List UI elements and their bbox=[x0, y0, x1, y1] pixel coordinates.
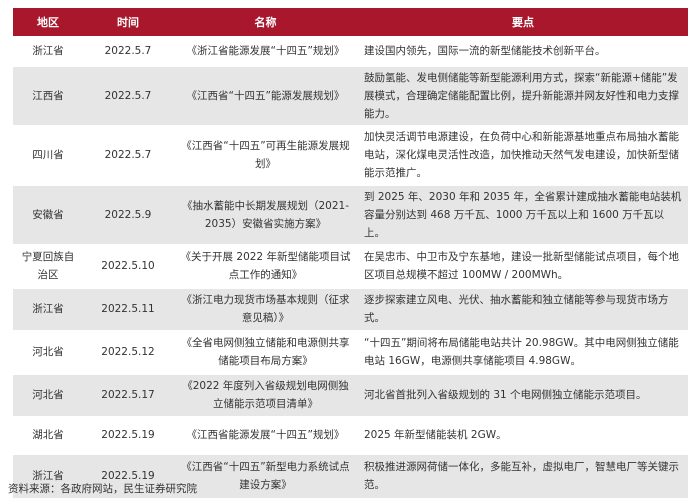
cell-name: 《江西省“十四五”可再生能源发展规划》 bbox=[173, 125, 358, 186]
cell-name: 《浙江省能源发展“十四五”规划》 bbox=[173, 36, 358, 67]
table-row: 宁夏回族自治区 2022.5.10 《关于开展 2022 年新型储能项目试点工作… bbox=[13, 244, 688, 289]
cell-date: 2022.5.7 bbox=[83, 125, 173, 186]
cell-date: 2022.5.17 bbox=[83, 374, 173, 417]
cell-region: 宁夏回族自治区 bbox=[13, 244, 83, 289]
cell-point: 到 2025 年、2030 年和 2035 年，全省累计建成抽水蓄能电站装机容量… bbox=[358, 185, 688, 245]
table-row: 江西省 2022.5.7 《江西省“十四五”能源发展规划》 鼓励氢能、发电侧储能… bbox=[13, 66, 688, 126]
cell-date: 2022.5.10 bbox=[83, 244, 173, 289]
cell-point: 建设国内领先，国际一流的新型储能技术创新平台。 bbox=[358, 36, 688, 67]
cell-name: 《全省电网侧独立储能和电源侧共享储能项目布局方案》 bbox=[173, 330, 358, 375]
cell-name: 《关于开展 2022 年新型储能项目试点工作的通知》 bbox=[173, 244, 358, 289]
cell-point: 鼓励氢能、发电侧储能等新型能源利用方式，探索“新能源+储能”发展模式，合理确定储… bbox=[358, 66, 688, 126]
cell-date: 2022.5.7 bbox=[83, 66, 173, 126]
table-row: 浙江省 2022.5.7 《浙江省能源发展“十四五”规划》 建设国内领先，国际一… bbox=[13, 36, 688, 67]
cell-date: 2022.5.12 bbox=[83, 330, 173, 375]
cell-region: 浙江省 bbox=[13, 36, 83, 67]
cell-region: 河北省 bbox=[13, 374, 83, 417]
cell-point: 积极推进源网荷储一体化，多能互补，虚拟电厂，智慧电厂等关键示范。 bbox=[358, 454, 688, 499]
cell-name: 《江西省“十四五”新型电力系统试点建设方案》 bbox=[173, 454, 358, 499]
cell-date: 2022.5.7 bbox=[83, 36, 173, 67]
header-date: 时间 bbox=[83, 8, 173, 36]
header-name: 名称 bbox=[173, 8, 358, 36]
cell-name: 《江西省“十四五”能源发展规划》 bbox=[173, 66, 358, 126]
table-row: 湖北省 2022.5.19 《江西省能源发展“十四五”规划》 2025 年新型储… bbox=[13, 416, 688, 455]
cell-region: 浙江省 bbox=[13, 288, 83, 331]
cell-point: 加快灵活调节电源建设，在负荷中心和新能源基地重点布局抽水蓄能电站，深化煤电灵活性… bbox=[358, 125, 688, 186]
report-figure: 地区 时间 名称 要点 浙江省 2022.5.7 《浙江省能源发展“十四五”规划… bbox=[0, 0, 700, 500]
cell-region: 河北省 bbox=[13, 330, 83, 375]
cell-region: 江西省 bbox=[13, 66, 83, 126]
cell-date: 2022.5.9 bbox=[83, 185, 173, 245]
cell-point: 逐步探索建立风电、光伏、抽水蓄能和独立储能等参与现货市场方式。 bbox=[358, 288, 688, 331]
cell-point: “十四五”期间将布局储能电站共计 20.98GW。其中电网侧独立储能电站 16G… bbox=[358, 330, 688, 375]
cell-name: 《浙江电力现货市场基本规则（征求意见稿）》 bbox=[173, 288, 358, 331]
table-row: 浙江省 2022.5.11 《浙江电力现货市场基本规则（征求意见稿）》 逐步探索… bbox=[13, 288, 688, 331]
cell-name: 《抽水蓄能中长期发展规划（2021-2035）安徽省实施方案》 bbox=[173, 185, 358, 245]
cell-region: 湖北省 bbox=[13, 416, 83, 455]
cell-name: 《江西省能源发展“十四五”规划》 bbox=[173, 416, 358, 455]
cell-name: 《2022 年度列入省级规划电网侧独立储能示范项目清单》 bbox=[173, 374, 358, 417]
cell-region: 安徽省 bbox=[13, 185, 83, 245]
header-region: 地区 bbox=[13, 8, 83, 36]
cell-point: 2025 年新型储能装机 2GW。 bbox=[358, 416, 688, 455]
energy-storage-policy-table: 地区 时间 名称 要点 浙江省 2022.5.7 《浙江省能源发展“十四五”规划… bbox=[13, 8, 688, 499]
table-row: 四川省 2022.5.7 《江西省“十四五”可再生能源发展规划》 加快灵活调节电… bbox=[13, 125, 688, 186]
table-row: 安徽省 2022.5.9 《抽水蓄能中长期发展规划（2021-2035）安徽省实… bbox=[13, 185, 688, 245]
cell-date: 2022.5.19 bbox=[83, 416, 173, 455]
header-point: 要点 bbox=[358, 8, 688, 36]
cell-point: 在吴忠市、中卫市及宁东基地，建设一批新型储能试点项目，每个地区项目总规模不超过 … bbox=[358, 244, 688, 289]
table-row: 河北省 2022.5.12 《全省电网侧独立储能和电源侧共享储能项目布局方案》 … bbox=[13, 330, 688, 375]
cell-date: 2022.5.11 bbox=[83, 288, 173, 331]
cell-point: 河北省首批列入省级规划的 31 个电网侧独立储能示范项目。 bbox=[358, 374, 688, 417]
source-note: 资料来源：各政府网站，民生证券研究院 bbox=[8, 483, 197, 495]
table-row: 河北省 2022.5.17 《2022 年度列入省级规划电网侧独立储能示范项目清… bbox=[13, 374, 688, 417]
cell-region: 四川省 bbox=[13, 125, 83, 186]
table-header-row: 地区 时间 名称 要点 bbox=[13, 8, 688, 36]
